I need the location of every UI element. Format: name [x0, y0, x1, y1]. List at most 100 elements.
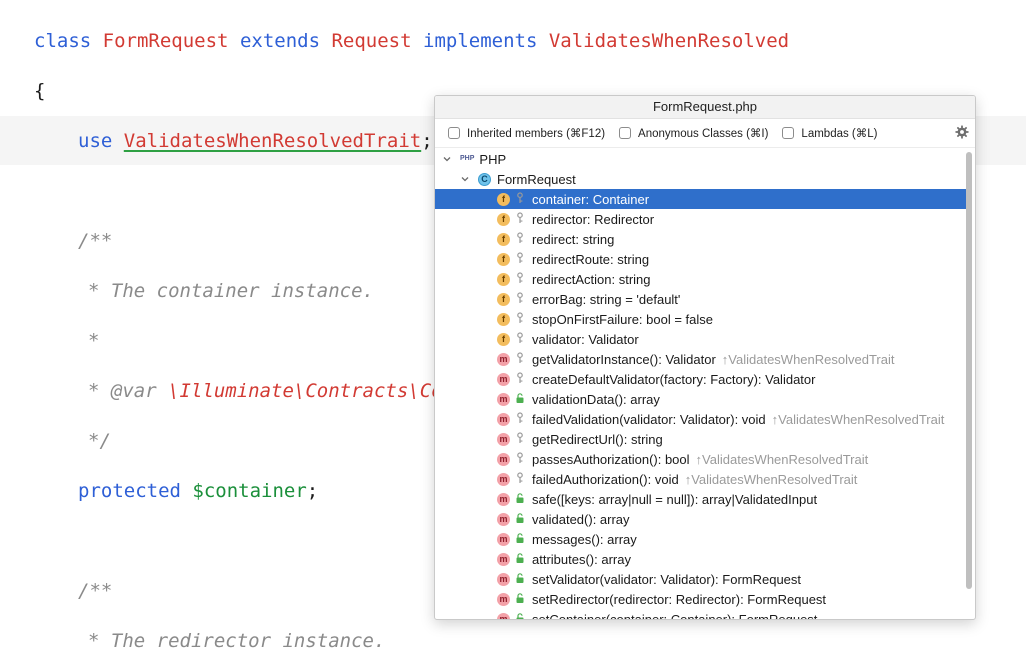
method-item[interactable]: m safe([keys: array|null = null]): array|…	[435, 489, 967, 509]
doc-comment-text: * The container instance.	[88, 280, 374, 302]
member-signature: setValidator(validator: Validator): Form…	[532, 571, 802, 587]
class-name: FormRequest	[102, 30, 229, 52]
method-item[interactable]: m validated(): array	[435, 509, 967, 529]
anonymous-classes-checkbox[interactable]	[619, 127, 632, 139]
structure-tree[interactable]: PHP PHP C FormRequest f container: Contai…	[435, 148, 967, 620]
method-icon: m	[497, 572, 510, 586]
protected-key-icon	[516, 471, 532, 487]
file-structure-popup[interactable]: FormRequest.php Inherited members (⌘F12)…	[434, 95, 976, 620]
trait-name[interactable]: ValidatesWhenResolvedTrait	[124, 130, 421, 152]
use-trait-line[interactable]: use ValidatesWhenResolvedTrait;	[78, 128, 433, 154]
member-signature: redirectRoute: string	[532, 251, 650, 267]
lambdas-checkbox[interactable]	[782, 127, 795, 139]
protected-key-icon	[516, 271, 532, 287]
method-icon: m	[497, 472, 510, 486]
field-icon: f	[497, 212, 510, 226]
field-icon: f	[497, 272, 510, 286]
member-signature: failedAuthorization(): void	[532, 471, 679, 487]
popup-title: FormRequest.php	[435, 96, 975, 119]
inherited-from-label: ↑ValidatesWhenResolvedTrait	[695, 451, 869, 467]
member-signature: setRedirector(redirector: Redirector): F…	[532, 591, 827, 607]
method-icon: m	[497, 612, 510, 619]
member-signature: messages(): array	[532, 531, 637, 547]
protected-key-icon	[516, 331, 532, 347]
method-icon: m	[497, 412, 510, 426]
inherited-members-checkbox[interactable]	[448, 127, 460, 139]
property-declaration[interactable]: protected $container;	[78, 478, 318, 504]
member-signature: validator: Validator	[532, 331, 639, 347]
keyword-use: use	[78, 130, 113, 152]
field-item[interactable]: f validator: Validator	[435, 329, 967, 349]
member-signature: redirect: string	[532, 231, 615, 247]
scrollbar-thumb[interactable]	[966, 152, 972, 589]
keyword-extends: extends	[239, 30, 321, 52]
protected-key-icon	[516, 371, 532, 387]
keyword-implements: implements	[423, 30, 538, 52]
tree-node-php[interactable]: PHP PHP	[435, 149, 967, 169]
method-item[interactable]: m failedAuthorization(): void ↑ValidatesWh…	[435, 469, 967, 489]
protected-key-icon	[516, 191, 532, 207]
keyword-protected: protected	[78, 480, 181, 502]
node-label: PHP	[479, 151, 507, 167]
gear-icon[interactable]	[955, 125, 969, 139]
public-lock-icon	[516, 492, 532, 507]
field-item[interactable]: f redirector: Redirector	[435, 209, 967, 229]
member-signature: getRedirectUrl(): string	[532, 431, 663, 447]
method-item[interactable]: m getRedirectUrl(): string	[435, 429, 967, 449]
method-item[interactable]: m getValidatorInstance(): Validator ↑Valid…	[435, 349, 967, 369]
method-item[interactable]: m failedValidation(validator: Validator):…	[435, 409, 967, 429]
public-lock-icon	[516, 592, 532, 607]
open-brace: {	[34, 80, 46, 102]
field-item[interactable]: f container: Container	[435, 189, 967, 209]
member-signature: setContainer(container: Container): Form…	[532, 611, 818, 620]
filter-inherited-members[interactable]: Inherited members (⌘F12)	[448, 126, 605, 140]
method-item[interactable]: m passesAuthorization(): bool ↑ValidatesWh…	[435, 449, 967, 469]
protected-key-icon	[516, 251, 532, 267]
doc-comment-open: /**	[78, 230, 113, 252]
method-item[interactable]: m createDefaultValidator(factory: Factory…	[435, 369, 967, 389]
method-item[interactable]: m setValidator(validator: Validator): For…	[435, 569, 967, 589]
class-declaration-line[interactable]: class FormRequest extends Request implem…	[34, 28, 789, 54]
filter-label: Inherited members (⌘F12)	[467, 128, 606, 140]
member-signature: getValidatorInstance(): Validator	[532, 351, 716, 367]
inherited-from-label: ↑ValidatesWhenResolvedTrait	[721, 351, 895, 367]
chevron-down-icon[interactable]	[442, 154, 452, 164]
field-icon: f	[497, 332, 510, 346]
doc-comment-text-2: * The redirector instance.	[88, 630, 386, 652]
public-lock-icon	[516, 612, 532, 619]
method-icon: m	[497, 372, 510, 386]
filter-anonymous-classes[interactable]: Anonymous Classes (⌘I)	[619, 126, 768, 140]
chevron-down-icon[interactable]	[460, 174, 470, 184]
field-item[interactable]: f redirect: string	[435, 229, 967, 249]
method-icon: m	[497, 492, 510, 506]
public-lock-icon	[516, 572, 532, 587]
protected-key-icon	[516, 291, 532, 307]
field-item[interactable]: f redirectAction: string	[435, 269, 967, 289]
field-item[interactable]: f redirectRoute: string	[435, 249, 967, 269]
interface-name: ValidatesWhenResolved	[548, 30, 790, 52]
filter-label: Anonymous Classes (⌘I)	[638, 128, 769, 140]
method-icon: m	[497, 552, 510, 566]
class-icon: C	[478, 172, 491, 186]
field-icon: f	[497, 252, 510, 266]
method-item[interactable]: m setRedirector(redirector: Redirector): …	[435, 589, 967, 609]
field-item[interactable]: f errorBag: string = 'default'	[435, 289, 967, 309]
tree-node-class[interactable]: C FormRequest	[435, 169, 967, 189]
field-icon: f	[497, 192, 510, 206]
public-lock-icon	[516, 552, 532, 567]
method-item[interactable]: m attributes(): array	[435, 549, 967, 569]
var-tag: * @var	[88, 380, 157, 402]
method-icon: m	[497, 432, 510, 446]
member-signature: failedValidation(validator: Validator): …	[532, 411, 766, 427]
doc-comment-star: *	[88, 330, 100, 352]
method-item[interactable]: m setContainer(container: Container): For…	[435, 609, 967, 620]
filter-lambdas[interactable]: Lambdas (⌘L)	[782, 126, 877, 140]
method-item[interactable]: m messages(): array	[435, 529, 967, 549]
method-item[interactable]: m validationData(): array	[435, 389, 967, 409]
member-signature: redirector: Redirector	[532, 211, 655, 227]
protected-key-icon	[516, 351, 532, 367]
field-item[interactable]: f stopOnFirstFailure: bool = false	[435, 309, 967, 329]
protected-key-icon	[516, 311, 532, 327]
field-icon: f	[497, 232, 510, 246]
keyword-class: class	[34, 30, 92, 52]
